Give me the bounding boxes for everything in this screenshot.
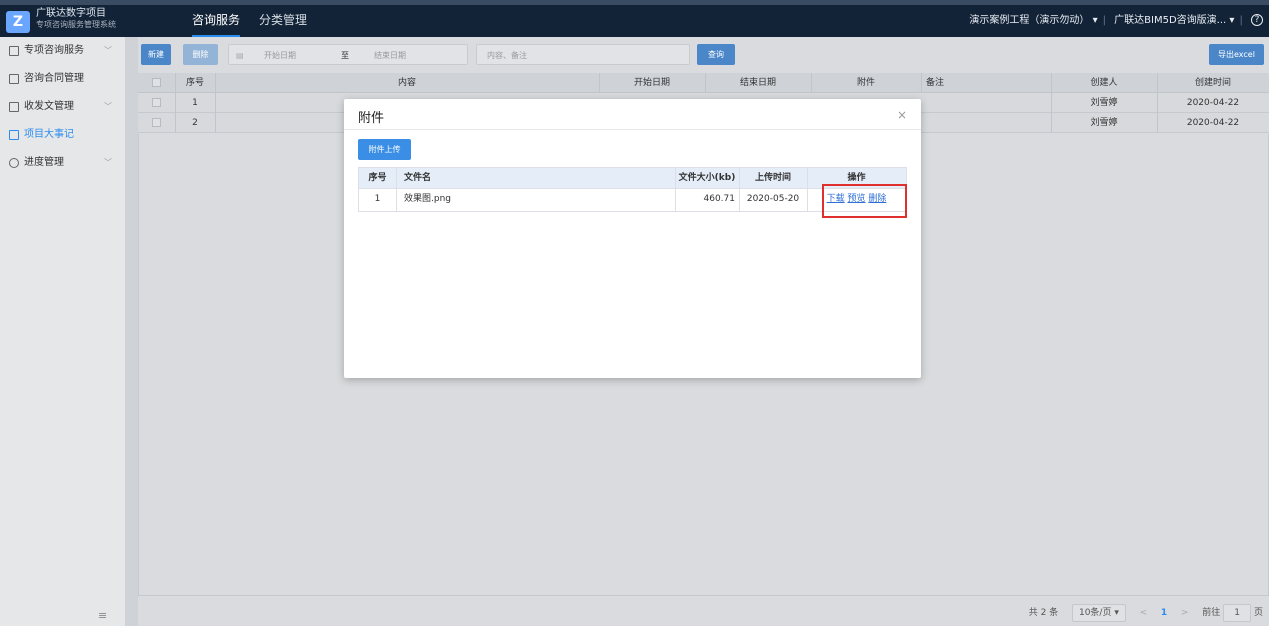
sidebar-item-label: 收发文管理 — [24, 101, 74, 112]
chevron-down-icon: ﹀ — [104, 102, 112, 111]
calendar-icon: ▤ — [236, 51, 244, 60]
delete-button[interactable]: 删除 — [183, 44, 218, 65]
prev-page-button[interactable]: < — [1140, 608, 1148, 618]
att-col-index: 序号 — [368, 173, 387, 183]
top-header: Z 广联达数字项目 专项咨询服务管理系统 咨询服务 分类管理 演示案例工程（演示… — [0, 0, 1269, 37]
total-count: 共 2 条 — [1028, 608, 1059, 618]
next-page-button[interactable]: > — [1181, 608, 1189, 618]
sidebar-item-milestones[interactable]: 项目大事记 — [0, 121, 125, 149]
sidebar-item-contract[interactable]: 咨询合同管理 — [0, 65, 125, 93]
date-separator: 至 — [341, 51, 349, 60]
select-all-checkbox[interactable] — [152, 78, 161, 87]
query-button[interactable]: 查询 — [697, 44, 735, 65]
row-checkbox[interactable] — [152, 118, 161, 127]
attachment-dialog: 附件 × 附件上传 序号 文件名 文件大小(kb) 上传时间 操作 1 效果图.… — [344, 99, 921, 378]
sidebar-item-special-consulting[interactable]: 专项咨询服务 ﹀ — [0, 37, 125, 65]
tab-category-management[interactable]: 分类管理 — [259, 5, 307, 37]
sidebar: 专项咨询服务 ﹀ 咨询合同管理 收发文管理 ﹀ 项目大事记 进度管理 ﹀ ≡ — [0, 37, 125, 626]
divider: | — [1239, 15, 1243, 26]
row-index: 2 — [192, 118, 198, 128]
document-icon — [9, 46, 19, 56]
page-suffix: 页 — [1253, 608, 1263, 618]
col-remark: 备注 — [926, 78, 945, 88]
row-creator: 刘雪婷 — [1090, 98, 1118, 108]
goto-label: 前往 — [1202, 608, 1221, 618]
att-row-filename: 效果图.png — [404, 194, 451, 204]
sidebar-item-progress[interactable]: 进度管理 ﹀ — [0, 149, 125, 177]
page-size-select[interactable]: 10条/页 ▾ — [1071, 603, 1126, 622]
col-attachment: 附件 — [856, 78, 875, 88]
end-date-input[interactable]: 结束日期 — [374, 45, 406, 66]
chevron-down-icon: ﹀ — [104, 46, 112, 55]
chevron-down-icon: ﹀ — [104, 158, 112, 167]
att-col-filename: 文件名 — [404, 173, 432, 183]
row-index: 1 — [192, 98, 198, 108]
start-date-input[interactable]: 开始日期 — [264, 45, 296, 66]
divider: | — [1102, 15, 1106, 26]
goto-page-input[interactable]: 1 — [1223, 603, 1252, 622]
pagination: 共 2 条 10条/页 ▾ < 1 > 前往 1 页 — [1029, 603, 1263, 623]
user-area: 演示案例工程（演示勿动） ▾ | 广联达BIM5D咨询版演... ▾ | ? — [969, 5, 1263, 37]
export-excel-button[interactable]: 导出excel — [1209, 44, 1264, 65]
page-size-label: 10条/页 — [1078, 607, 1112, 618]
col-created-time: 创建时间 — [1194, 78, 1231, 88]
col-content: 内容 — [397, 78, 416, 88]
sidebar-item-documents[interactable]: 收发文管理 ﹀ — [0, 93, 125, 121]
att-col-upload-time: 上传时间 — [754, 173, 791, 183]
dialog-title: 附件 — [358, 111, 385, 126]
att-row-upload-time: 2020-05-20 — [746, 194, 800, 204]
chevron-down-icon[interactable]: ▾ — [1093, 15, 1098, 26]
highlight-annotation-box — [822, 184, 907, 218]
sidebar-item-label: 项目大事记 — [24, 129, 74, 140]
row-checkbox[interactable] — [152, 98, 161, 107]
close-icon[interactable]: × — [897, 108, 907, 122]
sidebar-divider — [125, 37, 138, 626]
date-range-picker[interactable]: ▤ 开始日期 至 结束日期 — [228, 44, 468, 65]
row-created-time: 2020-04-22 — [1186, 118, 1240, 128]
search-input[interactable]: 内容、备注 — [476, 44, 690, 65]
inbox-icon — [9, 102, 19, 112]
checkbox-icon — [9, 74, 19, 84]
col-start-date: 开始日期 — [633, 78, 670, 88]
org-selector[interactable]: 广联达BIM5D咨询版演... — [1114, 15, 1226, 26]
sidebar-item-label: 专项咨询服务 — [24, 45, 84, 56]
logo-icon: Z — [6, 11, 30, 33]
col-end-date: 结束日期 — [739, 78, 776, 88]
current-page[interactable]: 1 — [1161, 608, 1167, 618]
col-creator: 创建人 — [1090, 78, 1118, 88]
app-subtitle: 专项咨询服务管理系统 — [36, 20, 116, 29]
tab-consulting-service[interactable]: 咨询服务 — [192, 5, 241, 37]
collapse-menu-icon[interactable]: ≡ — [98, 609, 107, 622]
table-header: 序号 内容 开始日期 结束日期 附件 备注 创建人 创建时间 — [138, 73, 1269, 93]
new-button[interactable]: 新建 — [141, 44, 171, 65]
upload-attachment-button[interactable]: 附件上传 — [358, 139, 411, 160]
dialog-divider — [344, 129, 921, 130]
help-icon[interactable]: ? — [1251, 14, 1263, 26]
sidebar-item-label: 进度管理 — [24, 157, 64, 168]
row-created-time: 2020-04-22 — [1186, 98, 1240, 108]
row-creator: 刘雪婷 — [1090, 118, 1118, 128]
att-row-size: 460.71 — [703, 194, 736, 204]
project-selector[interactable]: 演示案例工程（演示勿动） — [969, 15, 1089, 26]
app-title: 广联达数字项目 — [36, 8, 106, 19]
att-row-index: 1 — [374, 194, 381, 204]
chevron-down-icon[interactable]: ▾ — [1229, 15, 1234, 26]
clock-icon — [9, 158, 19, 168]
att-col-size: 文件大小(kb) — [678, 173, 736, 183]
sidebar-item-label: 咨询合同管理 — [24, 73, 84, 84]
notebook-icon — [9, 130, 19, 140]
col-index: 序号 — [185, 78, 204, 88]
